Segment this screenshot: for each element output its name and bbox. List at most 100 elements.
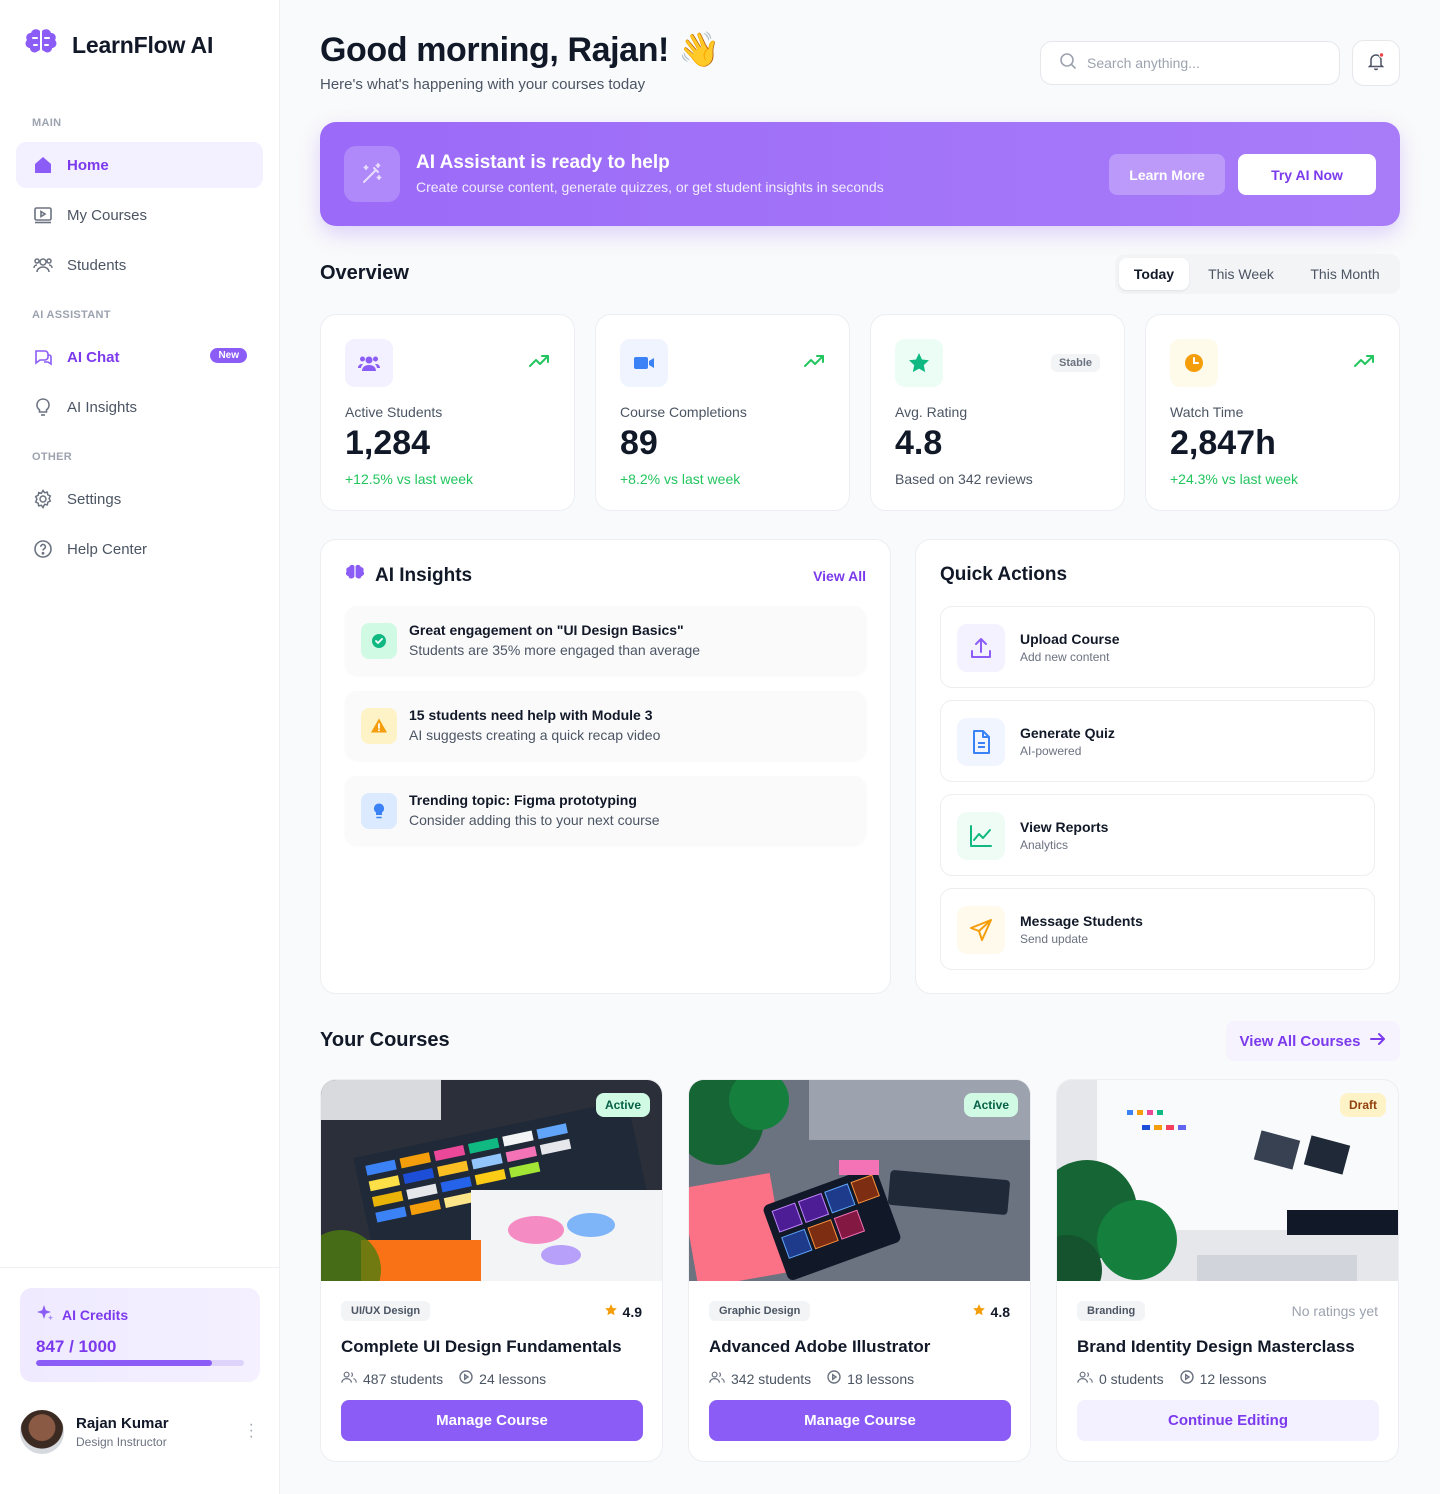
your-courses-title: Your Courses <box>320 1029 450 1051</box>
nav-section-other: OTHER <box>32 451 72 463</box>
sidebar: LearnFlow AI MAIN Home My Courses Studen… <box>0 0 280 1494</box>
ai-assistant-banner: AI Assistant is ready to help Create cou… <box>320 122 1400 226</box>
avatar <box>20 1410 64 1454</box>
users-icon <box>709 1370 725 1387</box>
status-badge: Stable <box>1050 354 1100 372</box>
search-icon <box>1059 52 1077 75</box>
manage-course-button[interactable]: Manage Course <box>709 1400 1011 1441</box>
course-card[interactable]: Draft Branding No ratings yet Brand Iden… <box>1056 1079 1399 1462</box>
notifications-button[interactable] <box>1352 40 1400 86</box>
page-title: Good morning, Rajan! 👋 <box>320 31 720 69</box>
credits-title: AI Credits <box>36 1304 244 1325</box>
sidebar-item-label: Help Center <box>67 540 148 558</box>
quick-action-title: Upload Course <box>1020 631 1120 647</box>
rating-value: 4.9 <box>622 1303 642 1320</box>
quick-action-title: View Reports <box>1020 819 1109 835</box>
credits-progress-fill <box>36 1360 213 1366</box>
page-subtitle: Here's what's happening with your course… <box>320 76 646 93</box>
banner-subtitle: Create course content, generate quizzes,… <box>416 179 884 195</box>
stat-card-avg-rating[interactable]: Stable Avg. Rating 4.8 Based on 342 revi… <box>870 314 1125 511</box>
star-icon <box>604 1303 618 1320</box>
ai-insights-panel: AI Insights View All Great engagement on… <box>320 539 891 994</box>
quick-action-title: Generate Quiz <box>1020 725 1115 741</box>
stat-value: 4.8 <box>895 424 943 462</box>
sidebar-item-students[interactable]: Students <box>16 242 263 288</box>
generate-quiz-button[interactable]: Generate Quiz AI-powered <box>940 700 1375 782</box>
upload-icon <box>957 624 1005 672</box>
view-reports-button[interactable]: View Reports Analytics <box>940 794 1375 876</box>
status-badge: Draft <box>1339 1093 1386 1117</box>
stat-label: Watch Time <box>1170 404 1244 420</box>
panel-title-label: AI Insights <box>375 565 473 586</box>
upload-course-button[interactable]: Upload Course Add new content <box>940 606 1375 688</box>
home-icon <box>33 155 53 175</box>
view-all-insights-link[interactable]: View All <box>813 568 866 584</box>
trending-up-icon <box>803 353 825 374</box>
course-meta: 487 students 24 lessons <box>341 1370 546 1387</box>
sidebar-item-label: AI Insights <box>67 398 138 416</box>
course-rating: 4.8 <box>972 1303 1010 1320</box>
view-all-courses-button[interactable]: View All Courses <box>1226 1021 1400 1061</box>
sidebar-item-label: Students <box>67 256 127 274</box>
user-profile[interactable]: Rajan Kumar Design Instructor · · · <box>20 1410 260 1454</box>
warning-icon <box>361 708 397 744</box>
quick-actions-title: Quick Actions <box>940 564 1068 585</box>
sidebar-item-my-courses[interactable]: My Courses <box>16 192 263 238</box>
star-icon <box>972 1303 986 1320</box>
sidebar-item-help-center[interactable]: Help Center <box>16 526 263 572</box>
course-card[interactable]: Active UI/UX Design 4.9 Complete UI Desi… <box>320 1079 663 1462</box>
quick-action-subtitle: Add new content <box>1020 650 1110 664</box>
play-circle-icon <box>459 1370 473 1387</box>
ai-credits-card[interactable]: AI Credits 847 / 1000 <box>20 1288 260 1382</box>
manage-course-button[interactable]: Manage Course <box>341 1400 643 1441</box>
banner-title: AI Assistant is ready to help <box>416 152 670 173</box>
student-count: 342 students <box>731 1370 812 1387</box>
nav-section-main: MAIN <box>32 117 62 129</box>
course-category-tag: Branding <box>1077 1301 1146 1321</box>
tab-this-month[interactable]: This Month <box>1295 258 1395 290</box>
stat-card-course-completions[interactable]: Course Completions 89 +8.2% vs last week <box>595 314 850 511</box>
overview-title: Overview <box>320 262 409 284</box>
stat-card-watch-time[interactable]: Watch Time 2,847h +24.3% vs last week <box>1145 314 1400 511</box>
course-card[interactable]: Active Graphic Design 4.8 Advanced Adobe… <box>688 1079 1031 1462</box>
tab-this-week[interactable]: This Week <box>1195 258 1287 290</box>
insight-item[interactable]: 15 students need help with Module 3 AI s… <box>345 691 866 760</box>
quick-actions-panel: Quick Actions Upload Course Add new cont… <box>915 539 1400 994</box>
try-ai-now-button[interactable]: Try AI Now <box>1238 154 1376 195</box>
bell-icon <box>1366 51 1386 76</box>
users-icon <box>33 255 53 275</box>
users-icon <box>1077 1370 1093 1387</box>
stat-change: Based on 342 reviews <box>895 471 1033 487</box>
sidebar-divider <box>0 1267 280 1268</box>
quick-action-subtitle: Analytics <box>1020 838 1069 852</box>
message-students-button[interactable]: Message Students Send update <box>940 888 1375 970</box>
insight-item[interactable]: Trending topic: Figma prototyping Consid… <box>345 776 866 845</box>
continue-editing-button[interactable]: Continue Editing <box>1077 1400 1379 1441</box>
quick-action-subtitle: Send update <box>1020 932 1089 946</box>
insight-item[interactable]: Great engagement on "UI Design Basics" S… <box>345 606 866 675</box>
brand[interactable]: LearnFlow AI <box>24 28 213 63</box>
sidebar-item-settings[interactable]: Settings <box>16 476 263 522</box>
course-category-tag: Graphic Design <box>709 1301 811 1321</box>
more-vertical-icon[interactable]: · · · <box>249 1417 254 1445</box>
chat-icon <box>33 347 53 367</box>
view-all-courses-label: View All Courses <box>1239 1032 1361 1050</box>
stat-label: Active Students <box>345 404 443 420</box>
lesson-count: 18 lessons <box>847 1370 915 1387</box>
learn-more-button[interactable]: Learn More <box>1109 154 1225 195</box>
insight-title: Great engagement on "UI Design Basics" <box>409 622 684 638</box>
search-input[interactable] <box>1087 55 1317 71</box>
search-box[interactable] <box>1040 41 1340 85</box>
credits-title-label: AI Credits <box>62 1306 129 1323</box>
quick-action-subtitle: AI-powered <box>1020 744 1082 758</box>
tab-today[interactable]: Today <box>1119 258 1189 290</box>
trending-up-icon <box>528 353 550 374</box>
rating-value: 4.8 <box>990 1303 1010 1320</box>
status-badge: Active <box>963 1093 1018 1117</box>
sidebar-item-ai-chat[interactable]: AI Chat New <box>16 334 263 380</box>
course-title: Complete UI Design Fundamentals <box>341 1337 622 1356</box>
stat-card-active-students[interactable]: Active Students 1,284 +12.5% vs last wee… <box>320 314 575 511</box>
sidebar-item-ai-insights[interactable]: AI Insights <box>16 384 263 430</box>
sidebar-item-home[interactable]: Home <box>16 142 263 188</box>
gear-icon <box>33 489 53 509</box>
